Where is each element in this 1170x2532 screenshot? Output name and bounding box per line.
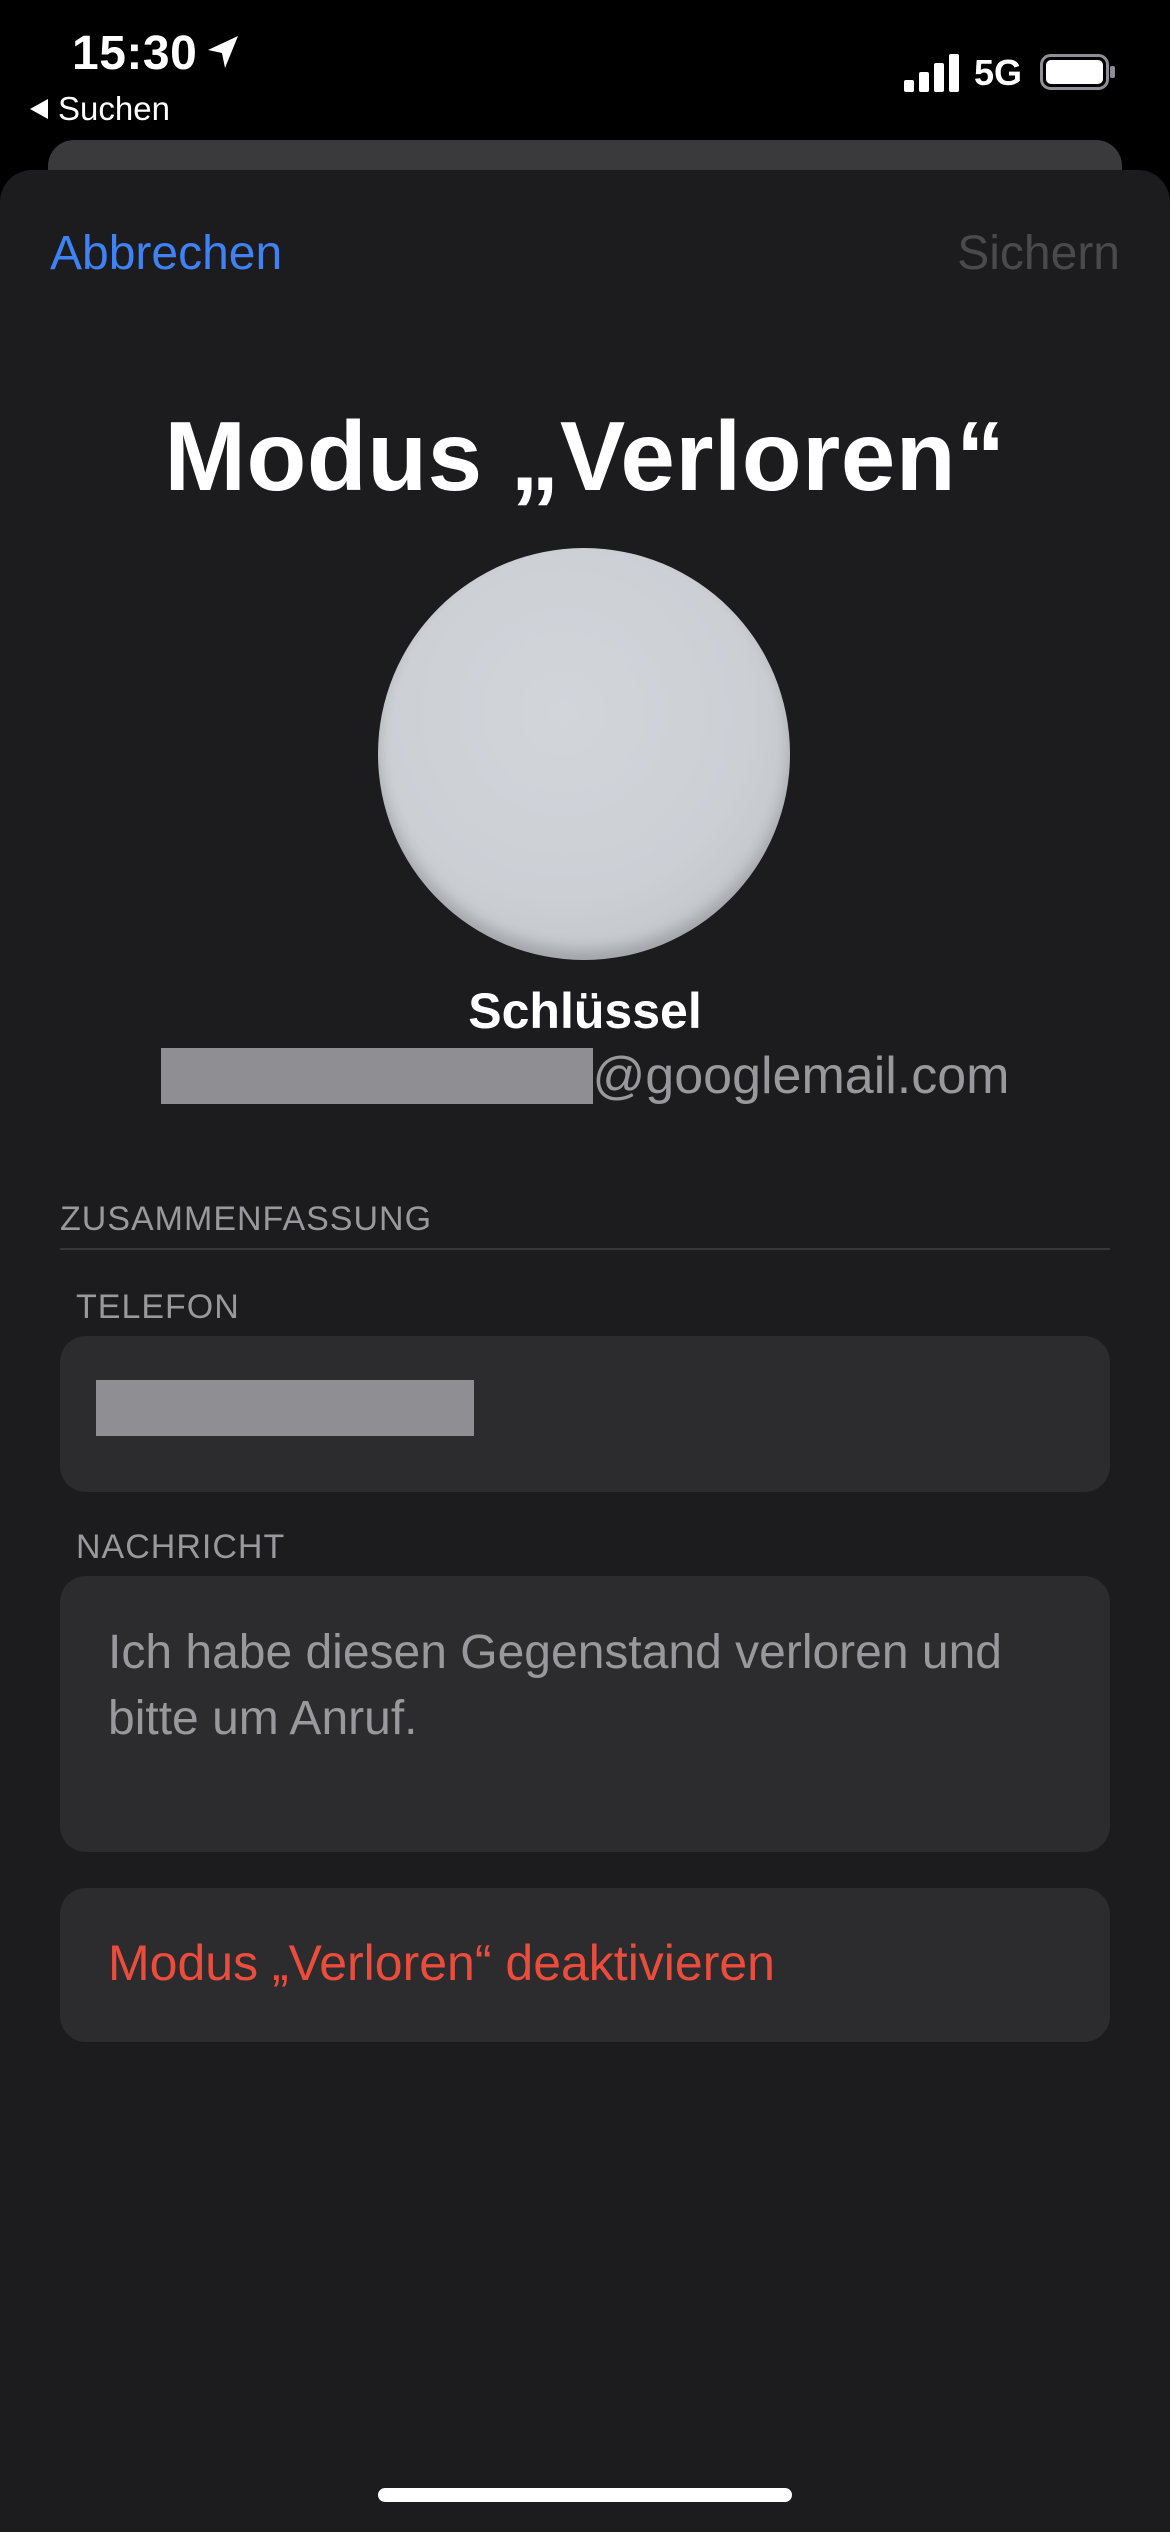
phone-field[interactable] [60,1336,1110,1492]
section-divider [60,1248,1110,1250]
phone-label: TELEFON [76,1288,240,1326]
message-text: Ich habe diesen Gegenstand verloren und … [108,1626,1002,1745]
location-arrow-icon [208,36,238,68]
back-triangle-icon [30,99,48,119]
status-time: 15:30 [72,27,198,80]
page-title: Modus „Verloren“ [164,401,1006,511]
status-bar: 15:30 Suchen 5G [0,0,1170,140]
item-name: Schlüssel [468,983,702,1039]
deactivate-lost-mode-button[interactable]: Modus „Verloren“ deaktivieren [60,1888,1110,2042]
cellular-signal-icon [904,54,959,92]
cancel-button[interactable]: Abbrechen [50,226,282,281]
home-indicator[interactable] [378,2488,792,2502]
message-field[interactable]: Ich habe diesen Gegenstand verloren und … [60,1576,1110,1852]
redacted-email-block [160,1048,593,1104]
message-label: NACHRICHT [76,1528,286,1566]
save-button[interactable]: Sichern [957,226,1120,281]
back-to-search-link[interactable]: Suchen [30,90,170,128]
email-address: @googlemail.com [0,1046,1170,1106]
email-domain: @googlemail.com [592,1047,1010,1105]
battery-icon [1040,54,1115,90]
airtag-image [378,548,790,960]
network-type: 5G [974,52,1023,93]
back-label: Suchen [58,90,170,127]
redacted-phone-block [96,1380,474,1436]
lost-mode-sheet: Abbrechen Sichern Modus „Verloren“ Schlü… [0,170,1170,2532]
summary-section-header: ZUSAMMENFASSUNG [60,1200,433,1238]
deactivate-label: Modus „Verloren“ deaktivieren [108,1935,775,1991]
screen: 15:30 Suchen 5G Abbrechen Sichern Modus … [0,0,1170,2532]
